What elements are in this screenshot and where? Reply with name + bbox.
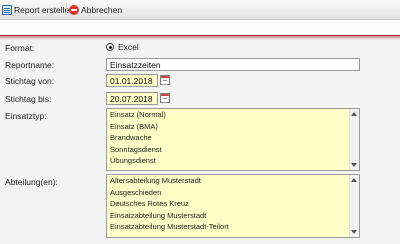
einsatztyp-listbox[interactable]: Einsatz (Normal) Einsatz (BMA) Brandwach… <box>106 108 360 171</box>
list-item[interactable]: Altersabteilung Musterstadt <box>107 175 350 187</box>
scrollbar[interactable] <box>349 175 359 237</box>
header-strip <box>0 20 400 40</box>
stichtag-von-input[interactable] <box>106 74 158 87</box>
format-label: Format: <box>5 43 35 53</box>
reportname-input[interactable] <box>106 58 360 71</box>
abteilung-listbox[interactable]: Altersabteilung Musterstadt Ausgeschiede… <box>106 174 360 238</box>
list-item[interactable]: Übungsdienst <box>107 155 350 167</box>
abbrechen-button[interactable]: Abbrechen <box>69 4 122 16</box>
scroll-up-icon[interactable] <box>351 178 357 182</box>
list-item[interactable]: Brandwache <box>107 132 350 144</box>
scroll-down-icon[interactable] <box>351 163 357 167</box>
format-option-excel[interactable]: Excel <box>106 42 139 52</box>
stichtag-bis-label: Stichtag bis: <box>5 94 52 104</box>
calendar-icon[interactable] <box>160 93 170 103</box>
list-item[interactable]: Einsatzabteilung Musterstadt <box>107 210 350 222</box>
abteilung-label: Abteilung(en): <box>5 177 58 187</box>
list-item[interactable]: Deutsches Rotes Kreuz <box>107 198 350 210</box>
toolbar: Report erstellen Abbrechen <box>0 0 400 20</box>
calendar-icon[interactable] <box>160 75 170 85</box>
list-item[interactable]: Einsatzabteilung Musterstadt-Teilort <box>107 221 350 233</box>
stichtag-von-label: Stichtag von: <box>5 76 55 86</box>
reportname-label: Reportname: <box>5 60 55 70</box>
report-icon <box>2 5 12 15</box>
list-item[interactable]: Ausgeschieden <box>107 187 350 199</box>
report-erstellen-label: Report erstellen <box>14 5 75 15</box>
abbrechen-label: Abbrechen <box>81 5 123 15</box>
einsatztyp-label: Einsatztyp: <box>5 111 47 121</box>
scrollbar[interactable] <box>349 109 359 170</box>
cancel-icon <box>69 5 79 15</box>
report-erstellen-button[interactable]: Report erstellen <box>2 4 74 16</box>
scroll-down-icon[interactable] <box>351 230 357 234</box>
excel-radio[interactable] <box>106 43 114 51</box>
stichtag-bis-input[interactable] <box>106 92 158 105</box>
list-item[interactable]: Einsatz (BMA) <box>107 121 350 133</box>
format-value: Excel <box>118 42 139 52</box>
list-item[interactable]: Sonntagsdienst <box>107 144 350 156</box>
scroll-up-icon[interactable] <box>351 112 357 116</box>
toolbar-separator <box>66 3 67 16</box>
list-item[interactable]: Einsatz (Normal) <box>107 109 350 121</box>
